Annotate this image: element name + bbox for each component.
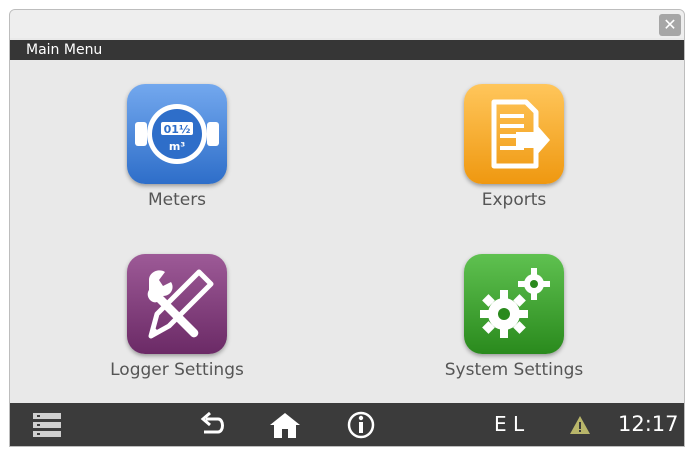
gears-icon [464,254,564,354]
warning-indicator[interactable] [568,403,592,446]
back-icon [200,411,224,434]
menu-header: Main Menu [10,40,684,60]
tools-icon [127,254,227,354]
meters-tile[interactable]: 01½ m³ Meters [57,84,297,224]
status-indicators: E L [494,412,525,436]
info-icon [347,411,375,439]
meter-digits: 01½ [164,123,191,136]
close-button[interactable]: ✕ [659,14,681,36]
close-icon: ✕ [663,15,677,34]
meter-icon: 01½ m³ [127,84,227,184]
tile-label: Logger Settings [110,360,244,380]
tile-label: Exports [481,190,547,210]
app-window: ✕ Main Menu 01½ m³ Meters Exports Logger… [9,9,685,447]
export-document-icon [464,84,564,184]
tile-label: Meters [147,190,207,210]
bottom-bar: E L 12:17 [10,403,684,446]
page-title: Main Menu [26,42,103,58]
tile-label: System Settings [444,360,584,380]
list-menu-icon [33,413,61,437]
meter-unit: m³ [169,140,185,153]
list-menu-button[interactable] [32,403,62,446]
home-button[interactable] [268,403,302,446]
logger-settings-tile[interactable]: Logger Settings [57,254,297,394]
title-strip: ✕ [10,10,684,38]
home-icon [270,413,300,438]
warning-icon [570,416,590,434]
back-button[interactable] [198,403,228,446]
exports-tile[interactable]: Exports [394,84,634,224]
system-settings-tile[interactable]: System Settings [394,254,634,394]
clock: 12:17 [618,412,679,436]
info-button[interactable] [346,403,376,446]
